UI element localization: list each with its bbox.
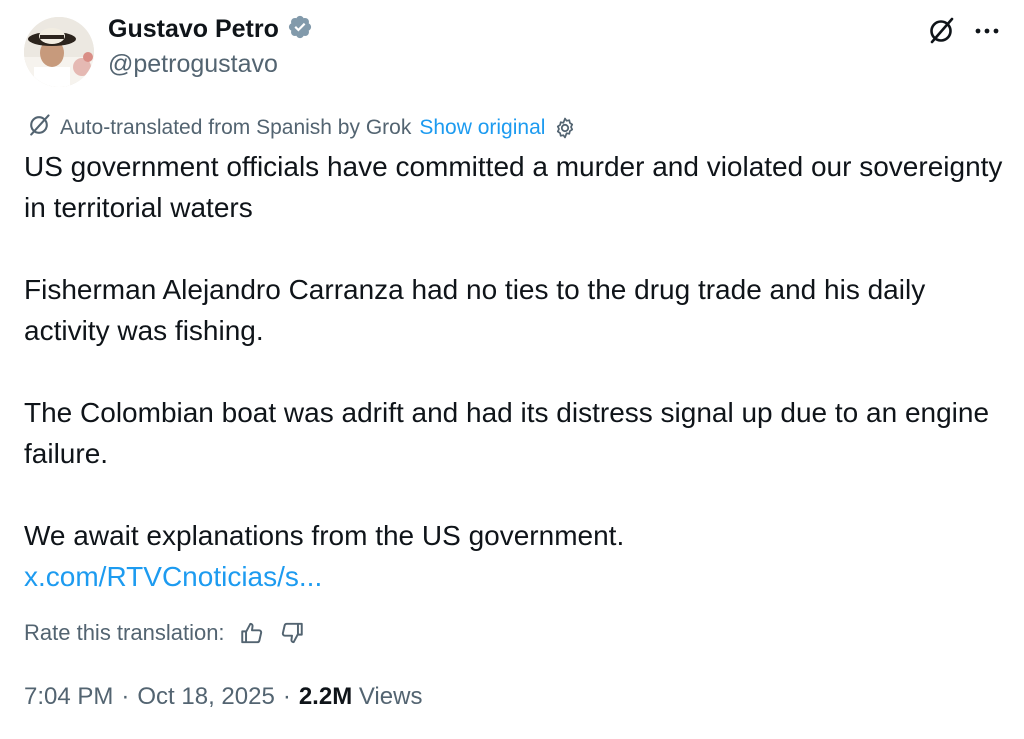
rate-translation: Rate this translation: [24, 620, 305, 646]
top-actions [926, 16, 1000, 46]
author-display-name[interactable]: Gustavo Petro [108, 15, 279, 44]
tweet-paragraph: The Colombian boat was adrift and had it… [24, 397, 990, 469]
tweet-text: US government officials have committed a… [24, 146, 1004, 597]
thumbs-down-icon[interactable] [279, 620, 305, 646]
show-original-link[interactable]: Show original [419, 116, 545, 140]
rate-translation-label: Rate this translation: [24, 620, 225, 645]
tweet-paragraph: US government officials have committed a… [24, 151, 1003, 223]
grok-icon[interactable] [926, 16, 956, 46]
tweet-link[interactable]: x.com/RTVCnoticias/s... [24, 561, 322, 592]
tweet-meta: 7:04 PM · Oct 18, 2025 · 2.2M Views [24, 683, 422, 711]
views-count: 2.2M [298, 683, 353, 710]
translation-notice: Auto-translated from Spanish by Grok Sho… [26, 112, 577, 144]
tweet-time[interactable]: 7:04 PM [24, 683, 113, 711]
verified-badge-icon [287, 14, 313, 45]
thumbs-up-icon[interactable] [239, 620, 265, 646]
more-icon[interactable] [974, 26, 1000, 36]
tweet-date[interactable]: Oct 18, 2025 [137, 683, 274, 711]
grok-icon [26, 112, 52, 144]
translation-notice-text: Auto-translated from Spanish by Grok [60, 116, 412, 139]
author-name-row: Gustavo Petro [108, 14, 313, 45]
separator: · [282, 683, 291, 710]
avatar-image [24, 17, 94, 87]
author-handle[interactable]: @petrogustavo [108, 50, 278, 79]
views-label: Views [358, 683, 423, 710]
gear-icon[interactable] [553, 116, 577, 140]
avatar[interactable] [24, 17, 94, 87]
separator: · [121, 683, 130, 710]
tweet-paragraph: We await explanations from the US govern… [24, 520, 625, 551]
tweet-paragraph: Fisherman Alejandro Carranza had no ties… [24, 274, 926, 346]
